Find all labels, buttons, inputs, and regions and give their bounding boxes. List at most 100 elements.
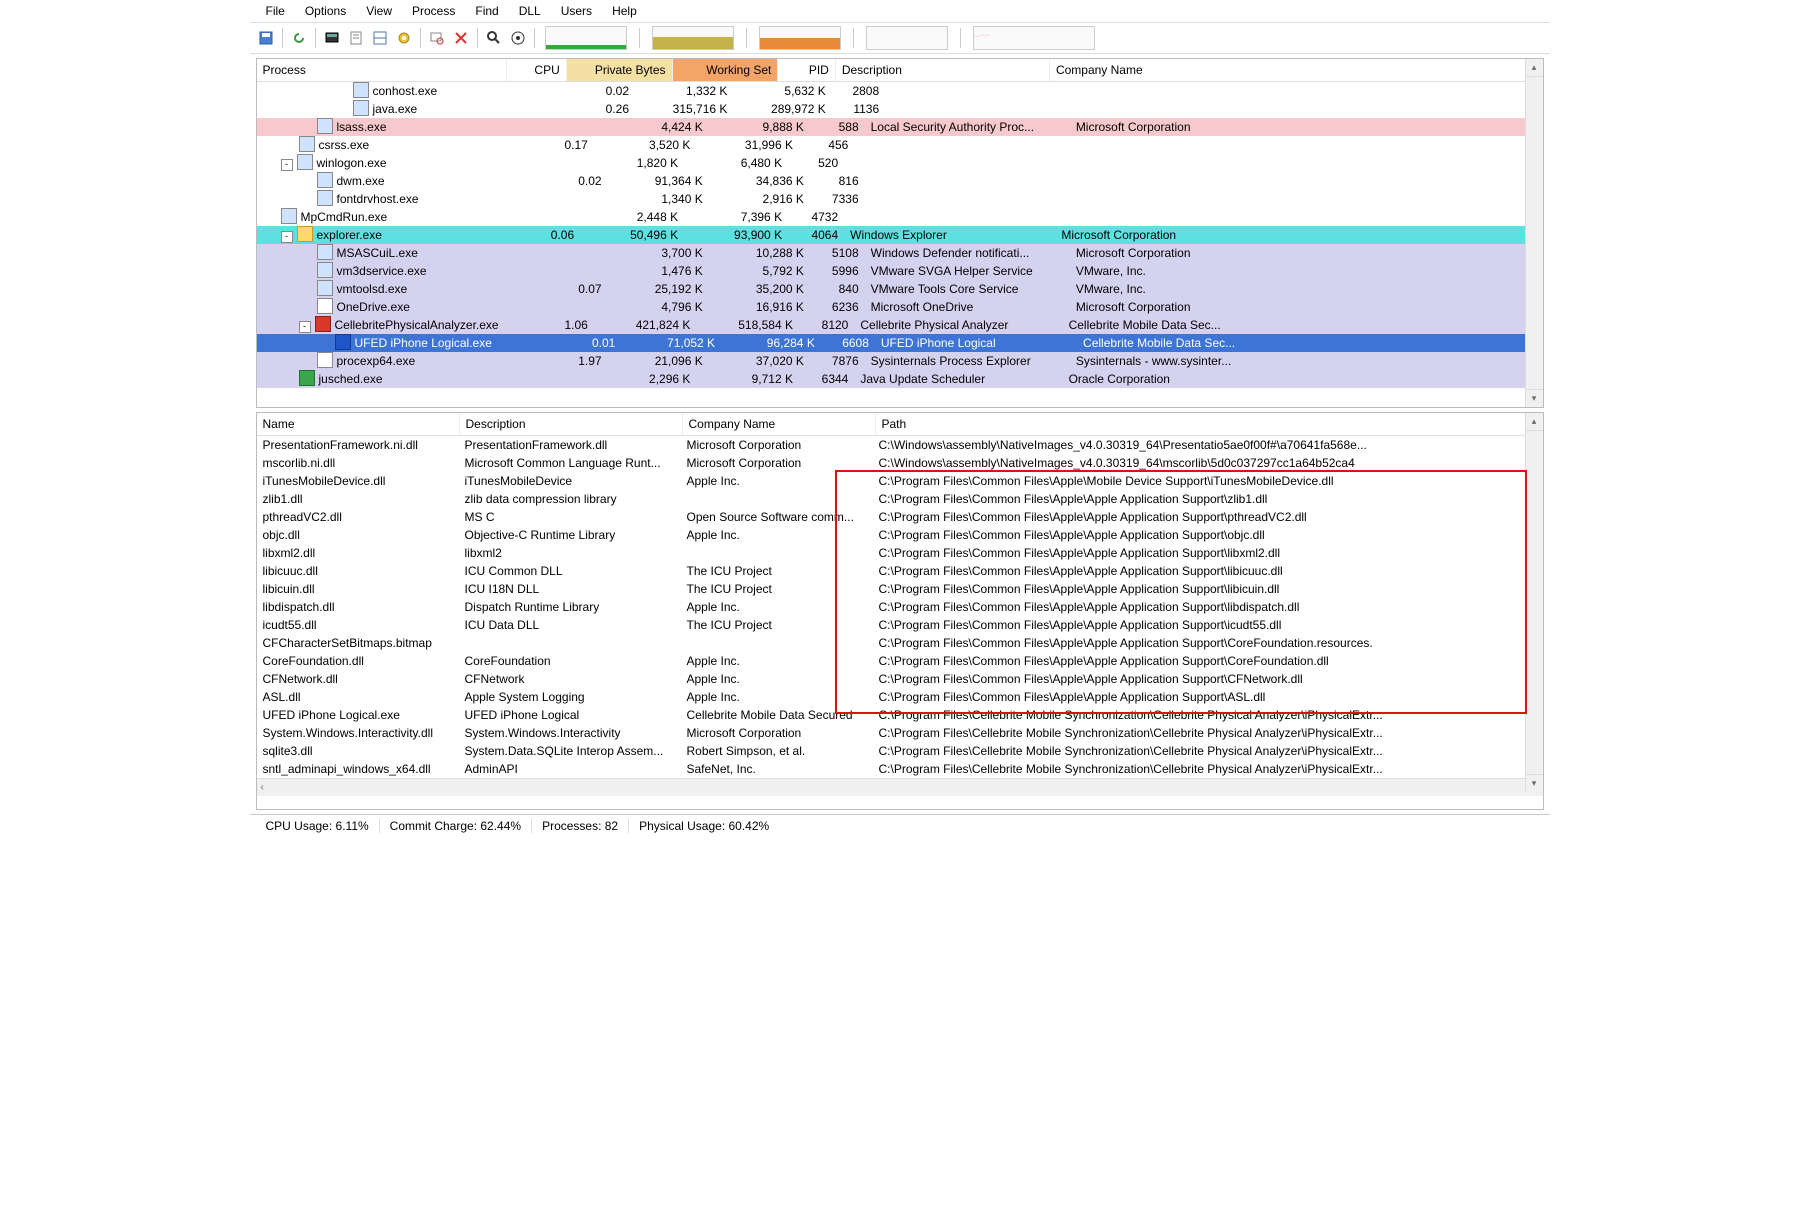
col-cpu[interactable]: CPU (507, 59, 566, 81)
dll-row[interactable]: libxml2.dlllibxml2C:\Program Files\Commo… (257, 544, 1543, 562)
process-row[interactable]: vmtoolsd.exe0.0725,192 K35,200 K840VMwar… (257, 280, 1543, 298)
menu-process[interactable]: Process (402, 2, 465, 20)
commit-graph-icon[interactable] (652, 26, 734, 50)
save-icon[interactable] (254, 26, 278, 50)
options-icon[interactable] (392, 26, 416, 50)
cell-name: CoreFoundation.dll (257, 652, 459, 670)
cell-desc: Microsoft Common Language Runt... (459, 454, 681, 472)
physical-graph-icon[interactable] (759, 26, 841, 50)
col-path[interactable]: Path (876, 413, 1537, 435)
col-dll-company[interactable]: Company Name (683, 413, 876, 435)
scroll-up-icon[interactable]: ▴ (1526, 59, 1543, 77)
vertical-scrollbar[interactable]: ▴ ▾ (1525, 59, 1543, 407)
dll-row[interactable]: PresentationFramework.ni.dllPresentation… (257, 436, 1543, 454)
process-row[interactable]: -winlogon.exe1,820 K6,480 K520 (257, 154, 1543, 172)
scroll-down-icon[interactable]: ▾ (1526, 389, 1543, 407)
process-row[interactable]: lsass.exe4,424 K9,888 K588Local Security… (257, 118, 1543, 136)
dll-row[interactable]: sqlite3.dllSystem.Data.SQLite Interop As… (257, 742, 1543, 760)
cell-priv: 25,192 K (608, 280, 709, 298)
scroll-down-icon[interactable]: ▾ (1526, 774, 1543, 792)
process-name: java.exe (373, 102, 418, 116)
dll-row[interactable]: sntl_adminapi_windows_x64.dllAdminAPISaf… (257, 760, 1543, 778)
process-row[interactable]: vm3dservice.exe1,476 K5,792 K5996VMware … (257, 262, 1543, 280)
process-row[interactable]: java.exe0.26315,716 K289,972 K1136 (257, 100, 1543, 118)
col-company[interactable]: Company Name (1050, 59, 1543, 81)
scroll-left-icon[interactable]: ‹ (261, 782, 264, 793)
menu-help[interactable]: Help (602, 2, 647, 20)
target-icon[interactable] (506, 26, 530, 50)
process-row[interactable]: conhost.exe0.021,332 K5,632 K2808 (257, 82, 1543, 100)
kill-process-icon[interactable] (449, 26, 473, 50)
col-pid[interactable]: PID (778, 59, 835, 81)
tree-toggle-icon[interactable]: - (299, 321, 311, 333)
process-name: conhost.exe (373, 84, 438, 98)
dll-row[interactable]: libdispatch.dllDispatch Runtime LibraryA… (257, 598, 1543, 616)
process-row[interactable]: OneDrive.exe4,796 K16,916 K6236Microsoft… (257, 298, 1543, 316)
process-row[interactable]: dwm.exe0.0291,364 K34,836 K816 (257, 172, 1543, 190)
cell-comp: Apple Inc. (681, 652, 873, 670)
dll-row[interactable]: System.Windows.Interactivity.dllSystem.W… (257, 724, 1543, 742)
cell-comp: Apple Inc. (681, 598, 873, 616)
horizontal-scrollbar[interactable]: ‹› (257, 778, 1543, 796)
dll-row[interactable]: zlib1.dllzlib data compression libraryC:… (257, 490, 1543, 508)
process-row[interactable]: -CellebritePhysicalAnalyzer.exe1.06421,8… (257, 316, 1543, 334)
dll-row[interactable]: icudt55.dllICU Data DLLThe ICU ProjectC:… (257, 616, 1543, 634)
col-private-bytes[interactable]: Private Bytes (567, 59, 673, 81)
menu-find[interactable]: Find (465, 2, 508, 20)
io-graph-icon[interactable] (866, 26, 948, 50)
cell-comp: Apple Inc. (681, 688, 873, 706)
dll-row[interactable]: CFNetwork.dllCFNetworkApple Inc.C:\Progr… (257, 670, 1543, 688)
properties-icon[interactable] (344, 26, 368, 50)
menu-dll[interactable]: DLL (509, 2, 551, 20)
dll-row[interactable]: UFED iPhone Logical.exeUFED iPhone Logic… (257, 706, 1543, 724)
find-icon[interactable] (482, 26, 506, 50)
menu-view[interactable]: View (356, 2, 402, 20)
scroll-up-icon[interactable]: ▴ (1526, 413, 1543, 431)
menu-file[interactable]: File (256, 2, 295, 20)
cell-cpu: 0.01 (565, 334, 621, 352)
tree-toggle-icon[interactable]: - (281, 231, 293, 243)
vertical-scrollbar[interactable]: ▴ ▾ (1525, 413, 1543, 792)
process-icon (297, 226, 313, 242)
process-row[interactable]: UFED iPhone Logical.exe0.0171,052 K96,28… (257, 334, 1543, 352)
process-row[interactable]: -explorer.exe0.0650,496 K93,900 K4064Win… (257, 226, 1543, 244)
process-row[interactable]: MpCmdRun.exe2,448 K7,396 K4732 (257, 208, 1543, 226)
network-graph-icon[interactable] (973, 26, 1095, 50)
status-bar: CPU Usage: 6.11% Commit Charge: 62.44% P… (250, 814, 1550, 837)
dll-row[interactable]: CFCharacterSetBitmaps.bitmapC:\Program F… (257, 634, 1543, 652)
dll-row[interactable]: CoreFoundation.dllCoreFoundationApple In… (257, 652, 1543, 670)
tree-toggle-icon[interactable]: - (281, 159, 293, 171)
process-row[interactable]: fontdrvhost.exe1,340 K2,916 K7336 (257, 190, 1543, 208)
menu-options[interactable]: Options (295, 2, 356, 20)
dll-row[interactable]: objc.dllObjective-C Runtime LibraryApple… (257, 526, 1543, 544)
col-dll-description[interactable]: Description (460, 413, 683, 435)
process-icon (297, 154, 313, 170)
col-working-set[interactable]: Working Set (673, 59, 779, 81)
system-info-icon[interactable] (320, 26, 344, 50)
process-name: jusched.exe (319, 372, 383, 386)
menu-users[interactable]: Users (551, 2, 602, 20)
process-row[interactable]: MSASCuiL.exe3,700 K10,288 K5108Windows D… (257, 244, 1543, 262)
refresh-icon[interactable] (287, 26, 311, 50)
dll-row[interactable]: libicuuc.dllICU Common DLLThe ICU Projec… (257, 562, 1543, 580)
col-name[interactable]: Name (257, 413, 460, 435)
dll-headers[interactable]: Name Description Company Name Path (257, 413, 1543, 436)
process-headers[interactable]: Process CPU Private Bytes Working Set PI… (257, 59, 1543, 82)
dll-row[interactable]: iTunesMobileDevice.dlliTunesMobileDevice… (257, 472, 1543, 490)
col-description[interactable]: Description (836, 59, 1050, 81)
col-process[interactable]: Process (257, 59, 508, 81)
dll-row[interactable]: pthreadVC2.dllMS COpen Source Software c… (257, 508, 1543, 526)
cell-path: C:\Program Files\Common Files\Apple\Appl… (873, 526, 1533, 544)
dll-row[interactable]: mscorlib.ni.dllMicrosoft Common Language… (257, 454, 1543, 472)
dll-row[interactable]: libicuin.dllICU I18N DLLThe ICU ProjectC… (257, 580, 1543, 598)
cpu-graph-icon[interactable] (545, 26, 627, 50)
dll-row[interactable]: ASL.dllApple System LoggingApple Inc.C:\… (257, 688, 1543, 706)
show-lower-pane-icon[interactable] (368, 26, 392, 50)
process-row[interactable]: csrss.exe0.173,520 K31,996 K456 (257, 136, 1543, 154)
process-row[interactable]: jusched.exe2,296 K9,712 K6344Java Update… (257, 370, 1543, 388)
cell-desc: ICU Data DLL (459, 616, 681, 634)
cell-desc: iTunesMobileDevice (459, 472, 681, 490)
process-row[interactable]: procexp64.exe1.9721,096 K37,020 K7876Sys… (257, 352, 1543, 370)
process-name: MSASCuiL.exe (337, 246, 418, 260)
find-window-icon[interactable] (425, 26, 449, 50)
